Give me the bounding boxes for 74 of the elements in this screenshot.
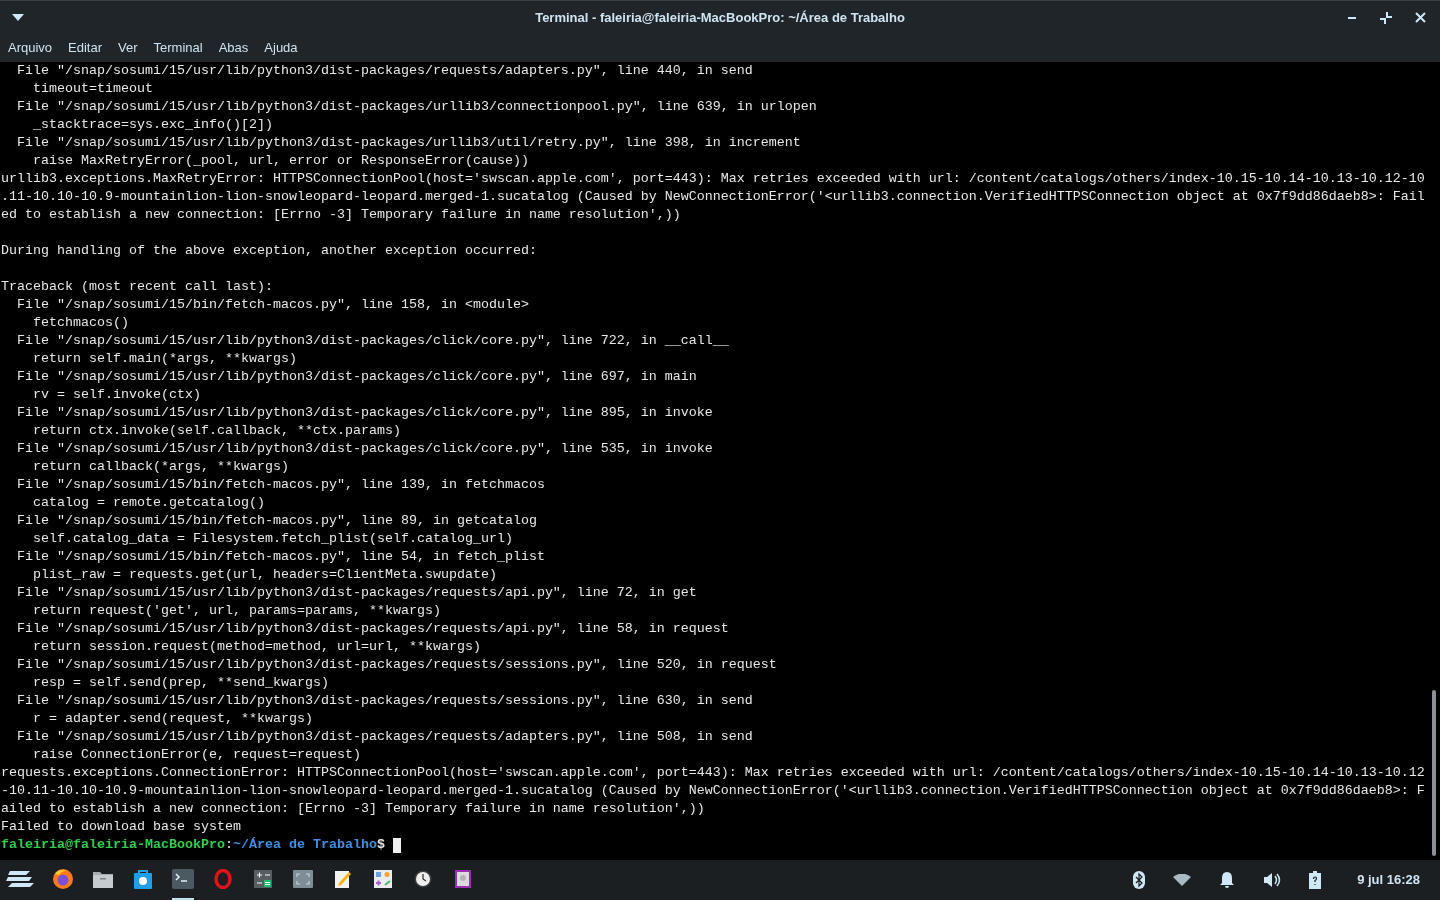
terminal-line: -10.11-10.10-10.9-mountainlion-lion-snowleopard-leopard.merged-1.sucatalog (Caused by NewConnectionError('<urllib3.connection.VerifiedHTTPSConnection object at 0x7f9dd86daeb8>: F [1,782,1425,800]
terminal-line: File "/snap/sosumi/15/usr/lib/python3/dist-packages/click/core.py", line 535, in invoke [16,440,713,458]
terminal-line: fetchmacos() [32,314,129,332]
terminal-line: File "/snap/sosumi/15/usr/lib/python3/dist-packages/urllib3/connectionpool.py", line 639, in urlopen [16,98,817,116]
terminal-line: File "/snap/sosumi/15/usr/lib/python3/dist-packages/click/core.py", line 895, in invoke [16,404,713,422]
clock-text[interactable]: 9 jul 16:28 [1357,870,1420,890]
terminal-line: File "/snap/sosumi/15/usr/lib/python3/dist-packages/requests/api.py", line 72, in get [16,584,697,602]
terminal-line: File "/snap/sosumi/15/usr/lib/python3/dist-packages/requests/api.py", line 58, in request [16,620,729,638]
scrollbar-thumb[interactable] [1432,690,1436,856]
terminal-line: File "/snap/sosumi/15/usr/lib/python3/dist-packages/requests/adapters.py", line 508, in send [16,728,753,746]
terminal-line: File "/snap/sosumi/15/usr/lib/python3/dist-packages/requests/sessions.py", line 520, in request [16,656,777,674]
bluetooth-icon[interactable] [1133,871,1146,889]
menu-item[interactable]: Arquivo [8,38,53,58]
terminal-line: return self.main(*args, **kwargs) [32,350,297,368]
menu-item[interactable]: Editar [68,38,103,58]
bell-icon[interactable] [1219,871,1236,889]
terminal-line: plist_raw = requests.get(url, headers=ClientMeta.swupdate) [32,566,497,584]
dropdown-icon[interactable] [12,13,24,22]
volume-icon[interactable] [1263,872,1282,888]
browser-icon [52,868,74,890]
terminal-line: return callback(*args, **kwargs) [32,458,289,476]
terminal-line: self.catalog_data = Filesystem.fetch_plist(self.catalog_url) [32,530,513,548]
terminal-line: return request('get', url, params=params, **kwargs) [32,602,441,620]
terminal-line: File "/snap/sosumi/15/bin/fetch-macos.py", line 158, in <module> [16,296,529,314]
terminal-line: return session.request(method=method, url=url, **kwargs) [32,638,481,656]
wifi-icon[interactable] [1173,874,1192,886]
notepad-icon [334,869,352,889]
terminal-icon [172,869,194,889]
menu-item[interactable]: Terminal [153,38,203,58]
terminal-line: timeout=timeout [32,80,153,98]
terminal-line: File "/snap/sosumi/15/bin/fetch-macos.py", line 139, in fetchmacos [16,476,545,494]
folder-icon [92,869,114,889]
menu-item[interactable]: Ver [118,38,138,58]
terminal-line: rv = self.invoke(ctx) [32,386,201,404]
battery-icon[interactable] [1309,871,1322,889]
screenshot-icon [293,870,313,888]
prompt-symbol: $ [376,836,385,854]
terminal-line: raise MaxRetryError(_pool, url, error or ResponseError(cause)) [32,152,529,170]
terminal-line: File "/snap/sosumi/15/usr/lib/python3/dist-packages/requests/adapters.py", line 440, in send [16,62,753,80]
terminal-line: File "/snap/sosumi/15/usr/lib/python3/dist-packages/urllib3/util/retry.py", line 398, in increment [16,134,801,152]
menu-item[interactable]: Ajuda [264,38,298,58]
calculator-icon [254,870,272,888]
menu-item[interactable]: Abas [218,38,249,58]
settings-icon [374,870,392,888]
opera-icon [214,869,232,889]
shopping-bag-icon [132,868,154,890]
prompt-path: ~/Área de Trabalho [232,836,377,854]
window-title: Terminal - faleiria@faleiria-MacBookPro: ~/Área de Trabalho [535,8,905,27]
clock-icon [414,870,432,888]
terminal-line: r = adapter.send(request, **kwargs) [32,710,313,728]
terminal-line: Failed to download base system [1,818,241,836]
terminal-line: Traceback (most recent call last): [1,278,273,296]
text-cursor [392,837,401,853]
terminal-line: ed to establish a new connection: [Errno -3] Temporary failure in name resolution',)) [1,206,681,224]
terminal-line: .11-10.10-10.9-mountainlion-lion-snowleopard-leopard.merged-1.sucatalog (Caused by NewConnectionError('<urllib3.connection.VerifiedHTTPSConnection object at 0x7f9dd86daeb8>: Fail [1,188,1425,206]
terminal-line: raise ConnectionError(e, request=request) [32,746,361,764]
terminal-line: urllib3.exceptions.MaxRetryError: HTTPSConnectionPool(host='swscan.apple.com', port=443): Max retries exceeded with url: /content/catalogs/others/index-10.15-10.14-10.13-10.12-10 [1,170,1425,188]
terminal-line: During handling of the above exception, another exception occurred: [1,242,537,260]
terminal-line: File "/snap/sosumi/15/bin/fetch-macos.py", line 89, in getcatalog [16,512,537,530]
terminal-line: File "/snap/sosumi/15/usr/lib/python3/dist-packages/click/core.py", line 722, in __call__ [16,332,729,350]
close-icon[interactable] [1415,12,1426,23]
terminal-line: requests.exceptions.ConnectionError: HTTPSConnectionPool(host='swscan.apple.com', port=443): Max retries exceeded with url: /content/catalogs/others/index-10.15-10.14-10.13-10.12 [1,764,1425,782]
terminal-line: resp = self.send(prep, **send_kwargs) [32,674,329,692]
prompt-user: faleiria@faleiria-MacBookPro [1,836,225,854]
terminal-line: File "/snap/sosumi/15/usr/lib/python3/dist-packages/click/core.py", line 697, in main [16,368,697,386]
restore-icon[interactable] [1379,10,1393,25]
terminal-line: return ctx.invoke(self.callback, **ctx.params) [32,422,401,440]
terminal-line: ailed to establish a new connection: [Errno -3] Temporary failure in name resolution',)) [1,800,705,818]
terminal-line: catalog = remote.getcatalog() [32,494,265,512]
prompt-separator: : [224,836,233,854]
terminal-line: File "/snap/sosumi/15/bin/fetch-macos.py", line 54, in fetch_plist [16,548,545,566]
terminal-line: _stacktrace=sys.exc_info()[2]) [32,116,273,134]
terminal-line: File "/snap/sosumi/15/usr/lib/python3/dist-packages/requests/sessions.py", line 630, in send [16,692,753,710]
image-viewer-icon [455,870,471,888]
